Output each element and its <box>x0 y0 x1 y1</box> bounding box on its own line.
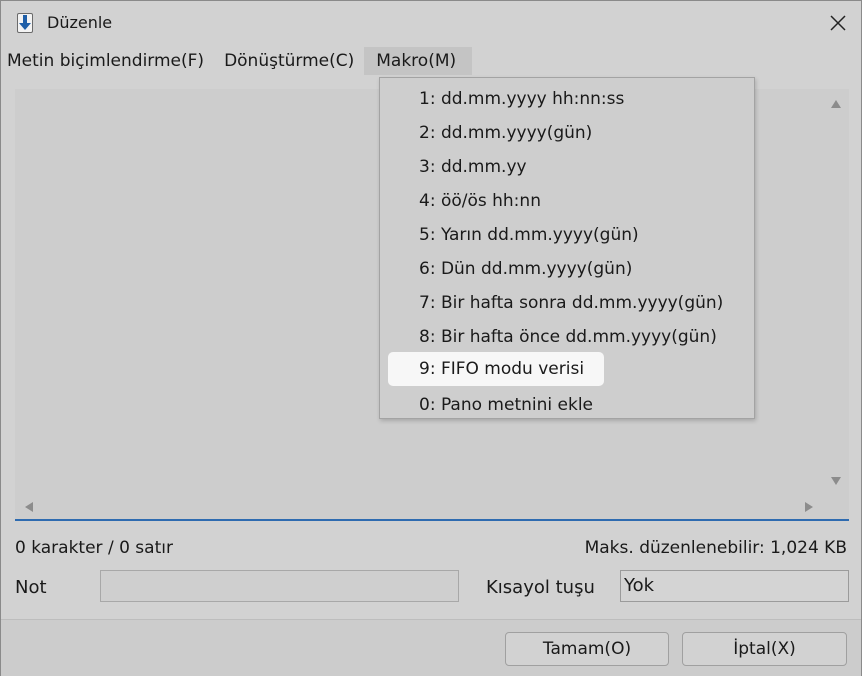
hotkey-label: Kısayol tuşu <box>486 577 595 598</box>
max-size-label: Maks. düzenlenebilir: 1,024 KB <box>584 538 847 558</box>
menu-macro[interactable]: Makro(M) <box>364 47 473 75</box>
hotkey-field[interactable]: Yok <box>620 570 849 602</box>
char-line-count: 0 karakter / 0 satır <box>15 538 173 558</box>
close-icon <box>830 15 846 31</box>
menu-conversion[interactable]: Dönüştürme(C) <box>214 47 364 75</box>
macro-item-4[interactable]: 4: öö/ös hh:nn <box>388 184 604 218</box>
dialog-footer: Tamam(O) İptal(X) <box>1 619 861 676</box>
macro-item-0[interactable]: 0: Pano metnini ekle <box>388 388 604 422</box>
macro-item-9[interactable]: 9: FIFO modu verisi <box>388 352 604 386</box>
macro-dropdown: 1: dd.mm.yyyy hh:nn:ss 2: dd.mm.yyyy(gün… <box>379 77 755 419</box>
scroll-up-icon[interactable] <box>831 100 841 108</box>
macro-item-7[interactable]: 7: Bir hafta sonra dd.mm.yyyy(gün) <box>388 286 723 320</box>
macro-item-2[interactable]: 2: dd.mm.yyyy(gün) <box>388 116 604 150</box>
macro-item-1[interactable]: 1: dd.mm.yyyy hh:nn:ss <box>388 82 624 116</box>
note-input[interactable] <box>100 570 459 602</box>
cancel-button[interactable]: İptal(X) <box>682 632 847 666</box>
download-arrow-icon <box>14 12 36 34</box>
macro-item-5[interactable]: 5: Yarın dd.mm.yyyy(gün) <box>388 218 639 252</box>
title-bar: Düzenle <box>1 1 861 45</box>
macro-item-3[interactable]: 3: dd.mm.yy <box>388 150 604 184</box>
scroll-left-icon[interactable] <box>25 502 33 512</box>
close-button[interactable] <box>815 1 861 45</box>
menu-text-formatting[interactable]: Metin biçimlendirme(F) <box>1 47 214 75</box>
horizontal-scrollbar[interactable] <box>15 495 823 519</box>
scroll-down-icon[interactable] <box>831 477 841 485</box>
macro-item-6[interactable]: 6: Dün dd.mm.yyyy(gün) <box>388 252 632 286</box>
macro-item-8[interactable]: 8: Bir hafta önce dd.mm.yyyy(gün) <box>388 320 717 354</box>
edit-dialog: Düzenle Metin biçimlendirme(F) Dönüştürm… <box>0 0 862 676</box>
menu-bar: Metin biçimlendirme(F) Dönüştürme(C) Mak… <box>1 47 473 75</box>
scroll-right-icon[interactable] <box>805 502 813 512</box>
note-label: Not <box>15 577 47 598</box>
vertical-scrollbar[interactable] <box>823 89 849 495</box>
window-title: Düzenle <box>47 13 113 32</box>
ok-button[interactable]: Tamam(O) <box>505 632 669 666</box>
